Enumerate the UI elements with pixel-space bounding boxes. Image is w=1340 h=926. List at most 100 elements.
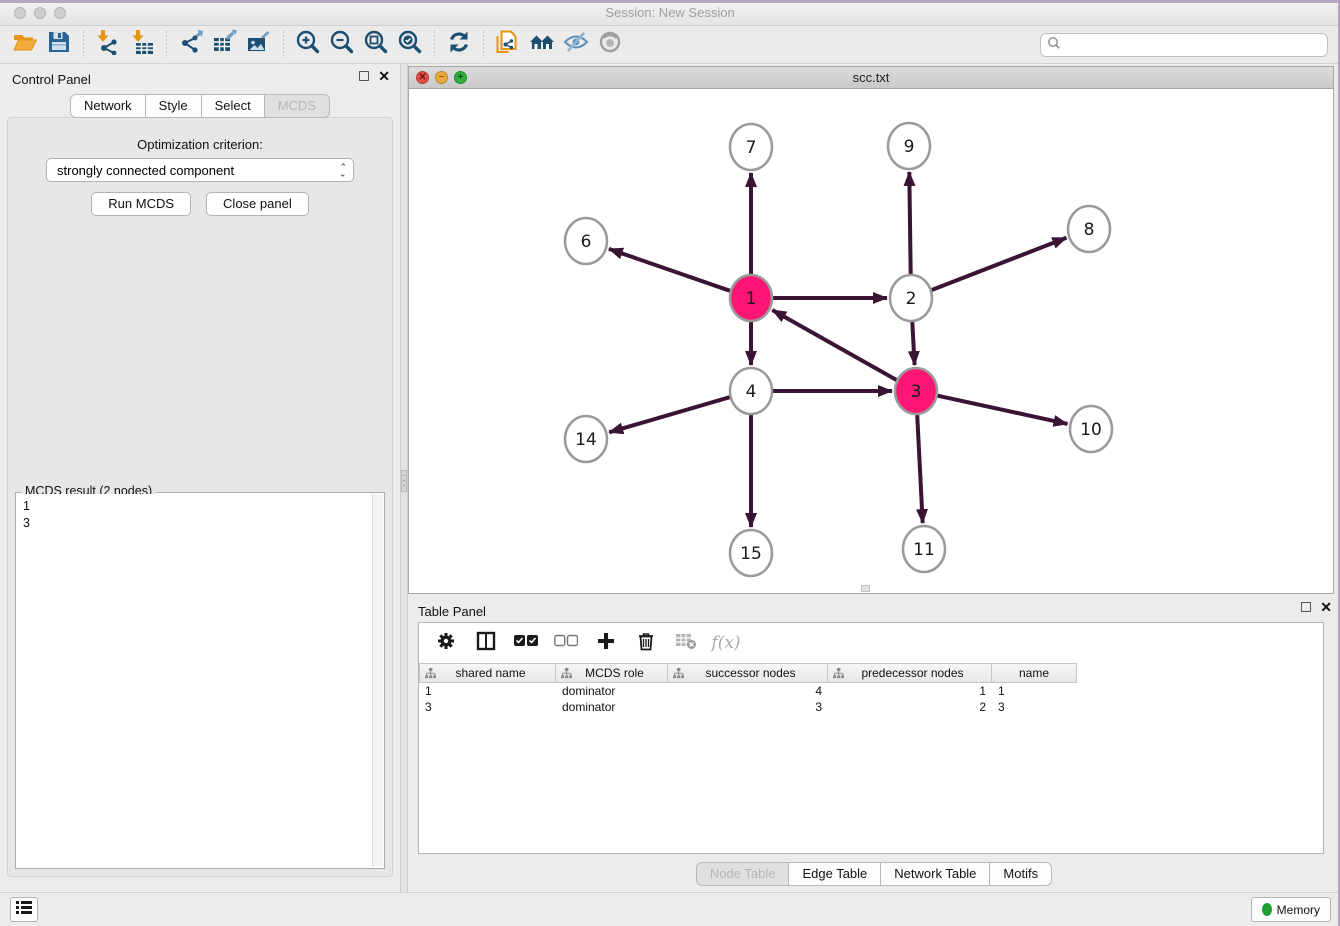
show-networks-button[interactable]	[525, 29, 559, 61]
graph-edge-2-9[interactable]	[909, 172, 910, 274]
search-icon	[1047, 36, 1061, 55]
table-cell[interactable]: 3	[419, 699, 556, 715]
deselect-all-columns-button[interactable]	[553, 630, 579, 656]
delete-column-button[interactable]	[633, 630, 659, 656]
result-scrollbar[interactable]	[372, 494, 383, 867]
graph-node-14[interactable]: 14	[565, 416, 607, 462]
run-mcds-button[interactable]: Run MCDS	[91, 192, 191, 216]
deselect-all-icon	[554, 634, 578, 652]
table-cell[interactable]: 4	[668, 683, 828, 699]
import-network-button[interactable]	[91, 29, 125, 61]
column-header-MCDS-role[interactable]: MCDS role	[556, 663, 668, 683]
graph-node-4[interactable]: 4	[730, 368, 772, 414]
graph-node-11[interactable]: 11	[903, 526, 945, 572]
network-file-share-icon	[495, 29, 521, 60]
import-table-button[interactable]	[125, 29, 159, 61]
zoom-in-icon	[295, 29, 321, 60]
delete-table-button-disabled	[673, 630, 699, 656]
export-table-icon	[212, 29, 238, 60]
graph-node-9[interactable]: 9	[888, 123, 930, 169]
close-table-panel-icon[interactable]: ✕	[1320, 602, 1332, 612]
zoom-fit-button[interactable]	[359, 29, 393, 61]
graph-edge-4-14[interactable]	[609, 397, 730, 432]
table-cell[interactable]: 2	[828, 699, 992, 715]
graph-edge-1-6[interactable]	[609, 249, 730, 291]
open-session-button[interactable]	[8, 29, 42, 61]
export-image-button[interactable]	[242, 29, 276, 61]
toolbar-separator	[483, 31, 484, 59]
mcds-result-area[interactable]: 1 3	[17, 494, 383, 867]
network-from-file-button[interactable]	[491, 29, 525, 61]
maximize-network-button[interactable]: +	[454, 71, 467, 84]
table-row[interactable]: 1dominator411	[419, 683, 1323, 699]
close-network-button[interactable]: ✕	[416, 71, 429, 84]
graph-node-6[interactable]: 6	[565, 218, 607, 264]
table-cell[interactable]: 1	[992, 683, 1077, 699]
zoom-out-button[interactable]	[325, 29, 359, 61]
vertical-splitter[interactable]	[400, 64, 408, 892]
graph-node-label: 9	[904, 137, 915, 157]
tab-motifs[interactable]: Motifs	[990, 862, 1052, 886]
hide-graphics-details-button[interactable]	[559, 29, 593, 61]
graph-node-1[interactable]: 1	[730, 275, 772, 321]
table-cell[interactable]: 3	[992, 699, 1077, 715]
tab-style[interactable]: Style	[146, 94, 202, 118]
network-canvas[interactable]: 7 9 6 8 1 2 4 3 14 10 15 11	[409, 89, 1333, 593]
search-input[interactable]	[1065, 38, 1321, 52]
select-all-checked-icon	[514, 634, 538, 652]
graph-node-7[interactable]: 7	[730, 124, 772, 170]
show-graphics-details-button[interactable]	[593, 29, 627, 61]
table-settings-button[interactable]	[433, 630, 459, 656]
search-field[interactable]	[1040, 33, 1328, 57]
graph-edge-3-11[interactable]	[917, 415, 923, 523]
title-bar: Session: New Session	[0, 0, 1340, 26]
zoom-in-button[interactable]	[291, 29, 325, 61]
table-cell[interactable]: 1	[828, 683, 992, 699]
column-header-name[interactable]: name	[992, 663, 1077, 683]
column-header-successor-nodes[interactable]: successor nodes	[668, 663, 828, 683]
close-panel-button[interactable]: Close panel	[206, 192, 309, 216]
export-network-button[interactable]	[174, 29, 208, 61]
apply-layout-button[interactable]	[442, 29, 476, 61]
canvas-splitter-grip[interactable]	[861, 585, 870, 592]
table-cell[interactable]: 1	[419, 683, 556, 699]
select-all-columns-button[interactable]	[513, 630, 539, 656]
graph-node-label: 10	[1080, 420, 1102, 440]
float-table-panel-icon[interactable]	[1301, 602, 1311, 612]
save-session-button[interactable]	[42, 29, 76, 61]
graph-node-3[interactable]: 3	[895, 368, 937, 414]
splitter-grip[interactable]	[401, 470, 407, 492]
graph-edge-2-3[interactable]	[912, 322, 914, 365]
table-cell[interactable]: dominator	[556, 699, 668, 715]
zoom-selected-button[interactable]	[393, 29, 427, 61]
float-panel-icon[interactable]	[359, 71, 369, 81]
graph-node-15[interactable]: 15	[730, 530, 772, 576]
tab-mcds[interactable]: MCDS	[265, 94, 330, 118]
export-table-button[interactable]	[208, 29, 242, 61]
column-header-predecessor-nodes[interactable]: predecessor nodes	[828, 663, 992, 683]
minimize-network-button[interactable]: −	[435, 71, 448, 84]
table-row[interactable]: 3dominator323	[419, 699, 1323, 715]
create-column-button[interactable]	[593, 630, 619, 656]
graph-edge-3-10[interactable]	[938, 396, 1068, 424]
optimization-criterion-select[interactable]: strongly connected component ⌃⌃	[46, 158, 354, 182]
tab-network-table[interactable]: Network Table	[881, 862, 990, 886]
table-cell[interactable]: 3	[668, 699, 828, 715]
graph-edge-3-1[interactable]	[772, 310, 896, 380]
graph-node-8[interactable]: 8	[1068, 206, 1110, 252]
graph-node-10[interactable]: 10	[1070, 406, 1112, 452]
memory-button[interactable]: Memory	[1251, 897, 1331, 922]
toggle-column-panel-button[interactable]	[473, 630, 499, 656]
tab-node-table[interactable]: Node Table	[696, 862, 790, 886]
graph-node-2[interactable]: 2	[890, 275, 932, 321]
table-cell[interactable]: dominator	[556, 683, 668, 699]
column-header-shared-name[interactable]: shared name	[419, 663, 556, 683]
close-panel-icon[interactable]: ✕	[378, 71, 390, 81]
tab-select[interactable]: Select	[202, 94, 265, 118]
tab-edge-table[interactable]: Edge Table	[789, 862, 881, 886]
network-window-titlebar[interactable]: ✕ − + scc.txt	[409, 67, 1333, 89]
task-history-button[interactable]	[10, 897, 38, 922]
graph-edge-2-8[interactable]	[932, 238, 1067, 290]
toolbar-separator	[283, 31, 284, 59]
tab-network[interactable]: Network	[70, 94, 146, 118]
